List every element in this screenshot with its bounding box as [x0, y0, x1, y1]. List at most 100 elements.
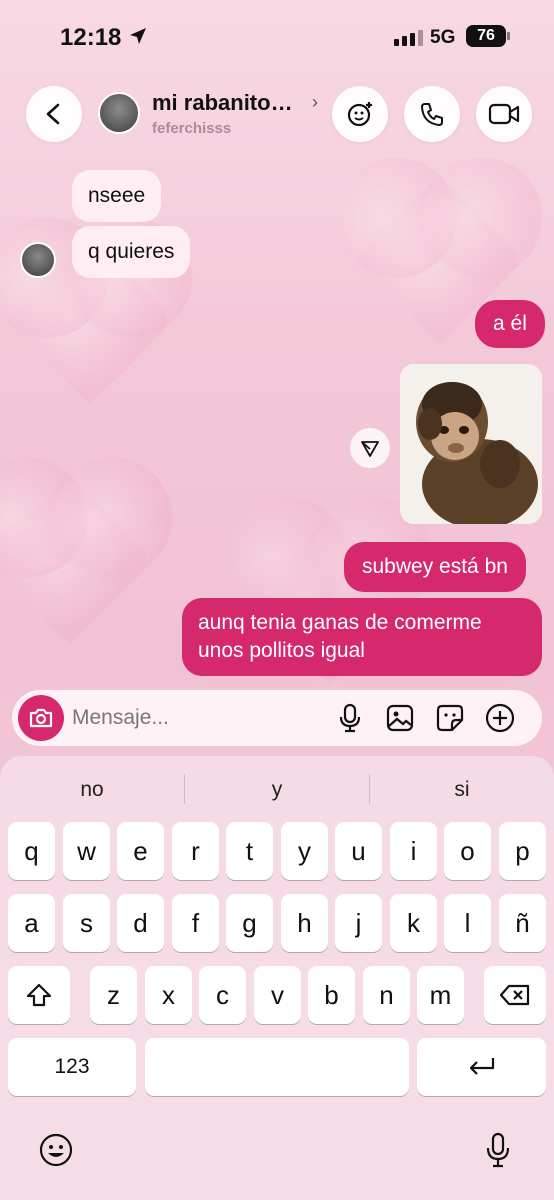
return-key[interactable] [417, 1038, 546, 1096]
key-k[interactable]: k [390, 894, 437, 952]
key-t[interactable]: t [226, 822, 273, 880]
suggestion-text: y [271, 778, 283, 801]
monkey-sticker[interactable] [400, 364, 542, 524]
key-label: t [245, 835, 254, 866]
key-label: r [191, 835, 200, 866]
chat-header: mi rabanito… › feferchisss [0, 84, 554, 144]
key-label: i [410, 835, 417, 866]
key-label: a [24, 907, 39, 938]
message-composer [12, 690, 542, 746]
contact-name[interactable]: mi rabanito… [152, 90, 293, 116]
call-button[interactable] [404, 86, 460, 142]
keyboard: no y si q w e r t y u i o p a s d f g h … [0, 756, 554, 1200]
camera-button[interactable] [18, 695, 64, 741]
key-x[interactable]: x [145, 966, 192, 1024]
key-s[interactable]: s [63, 894, 110, 952]
shift-icon [26, 983, 52, 1007]
key-m[interactable]: m [417, 966, 464, 1024]
sender-avatar[interactable] [20, 242, 56, 278]
send-icon [361, 441, 379, 457]
key-v[interactable]: v [254, 966, 301, 1024]
microphone-button[interactable] [334, 702, 366, 734]
message-text-line: unos pollitos igual [198, 639, 365, 662]
key-n-tilde[interactable]: ñ [499, 894, 546, 952]
gallery-icon [386, 704, 414, 732]
key-d[interactable]: d [117, 894, 164, 952]
key-l[interactable]: l [444, 894, 491, 952]
key-q[interactable]: q [8, 822, 55, 880]
key-label: q [24, 835, 39, 866]
key-h[interactable]: h [281, 894, 328, 952]
key-a[interactable]: a [8, 894, 55, 952]
message-outgoing[interactable]: aunq tenia ganas de comerme unos pollito… [182, 598, 542, 676]
key-f[interactable]: f [172, 894, 219, 952]
camera-icon [29, 708, 53, 728]
space-key[interactable] [145, 1038, 409, 1096]
video-call-button[interactable] [476, 86, 532, 142]
key-y[interactable]: y [281, 822, 328, 880]
key-w[interactable]: w [63, 822, 110, 880]
key-g[interactable]: g [226, 894, 273, 952]
key-p[interactable]: p [499, 822, 546, 880]
gallery-button[interactable] [384, 702, 416, 734]
key-label: g [242, 907, 257, 938]
plus-icon [485, 703, 515, 733]
contact-username[interactable]: feferchisss [152, 120, 231, 137]
numbers-key[interactable]: 123 [8, 1038, 136, 1096]
suggestion-no[interactable]: no [0, 770, 184, 810]
key-label: s [80, 907, 93, 938]
effects-button[interactable] [332, 86, 388, 142]
key-c[interactable]: c [199, 966, 246, 1024]
back-button[interactable] [26, 86, 82, 142]
sticker-button[interactable] [434, 702, 466, 734]
backspace-key[interactable] [484, 966, 546, 1024]
key-label: ñ [515, 907, 530, 938]
message-incoming[interactable]: q quieres [72, 226, 191, 278]
microphone-icon [486, 1132, 510, 1168]
emoji-icon [39, 1133, 73, 1167]
key-u[interactable]: u [335, 822, 382, 880]
effects-icon [347, 102, 372, 127]
key-label: z [107, 979, 120, 1010]
key-label: h [297, 907, 312, 938]
message-text: a él [493, 312, 527, 335]
key-n[interactable]: n [363, 966, 410, 1024]
suggestion-si[interactable]: si [370, 770, 554, 810]
message-incoming[interactable]: nseee [72, 170, 162, 222]
suggestion-y[interactable]: y [185, 770, 369, 810]
chevron-right-icon: › [312, 92, 318, 112]
emoji-button[interactable] [36, 1130, 76, 1170]
key-label: p [515, 835, 530, 866]
battery-icon: 76 [466, 25, 510, 47]
key-b[interactable]: b [308, 966, 355, 1024]
dictation-button[interactable] [478, 1130, 518, 1170]
key-label: j [355, 907, 362, 938]
message-text: subwey está bn [362, 555, 508, 578]
key-label: f [191, 907, 200, 938]
key-label: w [77, 835, 96, 866]
key-label: d [133, 907, 148, 938]
key-i[interactable]: i [390, 822, 437, 880]
key-label: m [429, 979, 452, 1010]
share-button[interactable] [350, 428, 390, 468]
key-e[interactable]: e [117, 822, 164, 880]
key-label: e [133, 835, 148, 866]
key-label: l [464, 907, 471, 938]
plus-button[interactable] [484, 702, 516, 734]
message-input[interactable] [72, 702, 322, 734]
contact-avatar[interactable] [98, 92, 140, 134]
key-z[interactable]: z [90, 966, 137, 1024]
message-outgoing[interactable]: subwey está bn [344, 542, 526, 592]
key-j[interactable]: j [335, 894, 382, 952]
shift-key[interactable] [8, 966, 70, 1024]
key-label: x [162, 979, 175, 1010]
key-label: v [271, 979, 284, 1010]
message-text-line: aunq tenia ganas de comerme [198, 611, 482, 634]
signal-icon [394, 30, 423, 46]
key-r[interactable]: r [172, 822, 219, 880]
key-label: b [324, 979, 339, 1010]
key-label: u [351, 835, 366, 866]
key-o[interactable]: o [444, 822, 491, 880]
message-outgoing[interactable]: a él [475, 300, 545, 348]
location-arrow-icon [128, 26, 148, 51]
